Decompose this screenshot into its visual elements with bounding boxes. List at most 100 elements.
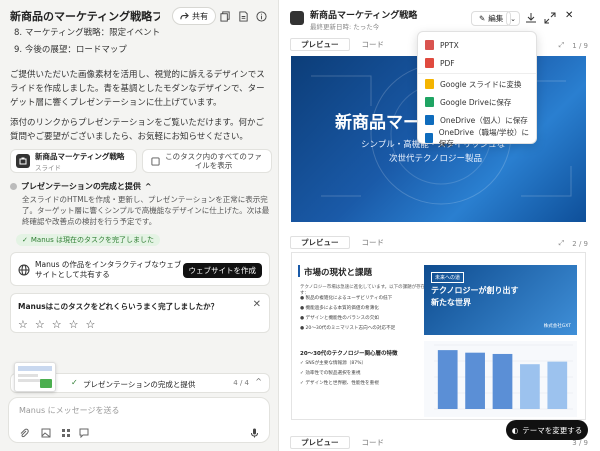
menu-item-pptx[interactable]: PPTX <box>418 36 536 54</box>
slide-2[interactable]: 市場の現状と課題 テクノロジー市場は急速に進化しています。以下の課題が存在します… <box>291 252 586 420</box>
download-icon[interactable] <box>525 12 537 24</box>
paperclip-icon[interactable] <box>19 428 29 438</box>
last-updated: 最終更新日時: たった今 <box>310 23 380 31</box>
slides-icon <box>16 154 30 168</box>
files-icon <box>150 156 160 166</box>
banner-tag: 未来への道 <box>431 272 465 283</box>
slide-page-indicator: 3 / 9 <box>572 439 588 447</box>
outline-item: 8. マーケティング戦略：限定イベント <box>14 28 161 38</box>
menu-item-onedrive-work[interactable]: OneDrive（職場/学校）に保存 <box>418 128 536 148</box>
list-item: ● デザインと機能性のバランスの欠如 <box>300 316 379 321</box>
info-icon[interactable] <box>254 9 268 23</box>
website-share-card: Manus の作品をインタラクティブなウェブサイトとして共有する ウェブサイトを… <box>10 252 270 286</box>
website-share-text: Manus の作品をインタラクティブなウェブサイトとして共有する <box>35 260 182 279</box>
preview-title: 新商品マーケティング戦略 <box>310 11 418 21</box>
message-input[interactable]: Manus にメッセージを送る <box>19 405 120 416</box>
file-attachment[interactable]: 新商品マーケティング戦略 スライド <box>10 149 137 173</box>
slide-2-banner: 未来への道 テクノロジーが創り出す 新たな世界 株式会社GXT <box>424 265 577 335</box>
export-menu: PPTX PDF Google スライドに変換 Google Driveに保存 … <box>417 31 537 148</box>
message-paragraph: ご提供いただいた画像素材を活用し、視覚的に訴えるデザインでスライドを作成しました… <box>10 70 265 108</box>
slide-tabs: プレビュー コード <box>290 236 394 249</box>
slide-thumbnail[interactable] <box>14 362 56 392</box>
slide-tabs: プレビュー コード <box>290 436 394 449</box>
menu-item-google-slides[interactable]: Google スライドに変換 <box>418 75 536 93</box>
menu-item-pdf[interactable]: PDF <box>418 54 536 72</box>
onedrive-icon <box>425 133 433 143</box>
file-type: スライド <box>35 163 61 172</box>
slide-1-subtitle: 次世代テクノロジー製品 <box>389 154 482 164</box>
bar-chart <box>424 341 577 417</box>
outline-item: 9. 今後の展望：ロードマップ <box>14 45 127 55</box>
slide-2-trend-heading: 20〜30代のテクノロジー関心層の特徴 <box>300 351 398 357</box>
tab-preview[interactable]: プレビュー <box>290 436 350 449</box>
view-all-files-button[interactable]: このタスク内のすべてのファイルを表示 <box>142 149 272 173</box>
expand-icon[interactable]: ⤢ <box>559 239 565 248</box>
slide-page-indicator: ⤢ 2 / 9 <box>559 239 588 248</box>
document-icon[interactable] <box>236 9 250 23</box>
pptx-icon <box>425 40 434 50</box>
star-icon[interactable]: ☆ <box>35 318 45 331</box>
share-label: 共有 <box>192 11 208 21</box>
grid-icon[interactable] <box>61 428 71 438</box>
slide-2-trends: ✓ SNSが主要な情報源（87%） ✓ 効率性での製品選択を重視 ✓ デザイン性… <box>300 359 440 389</box>
list-item: ✓ 効率性での製品選択を重視 <box>300 371 361 376</box>
share-button[interactable]: 共有 <box>172 7 216 25</box>
expand-icon[interactable] <box>544 12 556 24</box>
task-title: 新商品のマーケティング戦略プレゼ... <box>10 10 160 23</box>
list-item: ✓ デザイン性と世界観、性能性を重視 <box>300 381 379 386</box>
rating-stars: ☆ ☆ ☆ ☆ ☆ <box>18 318 95 331</box>
step-title: プレゼンテーションの完成と提供 <box>21 182 141 191</box>
status-badge: ✓ Manus は現在のタスクを完了しました <box>16 234 160 246</box>
chart-bar <box>492 353 513 409</box>
message-paragraph: 添付のリンクからプレゼンテーションをご覧いただけます。何かご質問やご要望がござい… <box>10 118 264 142</box>
banner-logo: 株式会社GXT <box>543 324 571 329</box>
expand-icon[interactable]: ⤢ <box>559 41 565 50</box>
change-theme-label: テーマを変更する <box>522 425 583 435</box>
file-name: 新商品マーケティング戦略 <box>35 151 125 161</box>
page-number: 1 / 9 <box>572 41 588 50</box>
share-icon <box>180 12 189 21</box>
chart-bar <box>465 352 485 409</box>
menu-item-google-drive[interactable]: Google Driveに保存 <box>418 93 536 111</box>
chat-panel: 新商品のマーケティング戦略プレゼ... 共有 8. マーケティング戦略：限定イベ… <box>0 0 279 451</box>
close-icon[interactable]: ✕ <box>253 299 261 310</box>
task-progress-label: プレゼンテーションの完成と提供 <box>83 380 196 389</box>
pdf-icon <box>425 58 434 68</box>
message-input-box[interactable]: Manus にメッセージを送る <box>8 397 270 443</box>
view-all-files-label: このタスク内のすべてのファイルを表示 <box>165 152 262 170</box>
list-item: ✓ SNSが主要な情報源（87%） <box>300 361 367 366</box>
slide-tabs: プレビュー コード <box>290 38 394 51</box>
page-number: 3 / 9 <box>572 439 588 447</box>
status-text: Manus は現在のタスクを完了しました <box>30 236 154 244</box>
create-website-button[interactable]: ウェブサイトを作成 <box>182 263 262 278</box>
image-icon[interactable] <box>41 428 51 438</box>
star-icon[interactable]: ☆ <box>86 318 96 331</box>
tab-preview[interactable]: プレビュー <box>290 236 350 249</box>
google-drive-icon <box>425 97 434 107</box>
check-icon: ✓ <box>71 378 78 387</box>
tab-code[interactable]: コード <box>352 436 395 449</box>
star-icon[interactable]: ☆ <box>18 318 28 331</box>
change-theme-button[interactable]: ◐ テーマを変更する <box>506 420 588 440</box>
preview-header: 新商品マーケティング戦略 最終更新日時: たった今 ✎ 編集 ⌄ ✕ <box>280 0 600 34</box>
chart-bar <box>520 364 540 409</box>
tab-preview[interactable]: プレビュー <box>290 38 350 51</box>
microphone-icon[interactable] <box>250 428 259 438</box>
slide-2-bullets: ● 製品の複雑化によるユーザビリティの低下 ● 機能過多による本質的価値の希薄化… <box>300 294 440 334</box>
star-icon[interactable]: ☆ <box>69 318 79 331</box>
edit-label: 編集 <box>488 14 504 23</box>
task-step[interactable]: プレゼンテーションの完成と提供 ^ <box>10 181 152 192</box>
star-icon[interactable]: ☆ <box>52 318 62 331</box>
slides-icon <box>290 11 304 25</box>
chat-icon[interactable] <box>79 428 89 438</box>
list-item: ● 20〜30代のミニマリスト志向への対応不足 <box>300 326 396 331</box>
close-icon[interactable]: ✕ <box>565 10 573 21</box>
copy-icon[interactable] <box>218 9 232 23</box>
tab-code[interactable]: コード <box>352 38 395 51</box>
banner-line: テクノロジーが創り出す <box>431 286 519 295</box>
task-progress-count: 4 / 4 <box>233 379 249 387</box>
chevron-down-icon[interactable]: ⌄ <box>506 11 520 26</box>
tab-code[interactable]: コード <box>352 236 395 249</box>
rating-card: Manusはこのタスクをどれくらいうまく完了しましたか？ ✕ ☆ ☆ ☆ ☆ ☆ <box>10 293 270 333</box>
globe-icon <box>18 264 30 276</box>
